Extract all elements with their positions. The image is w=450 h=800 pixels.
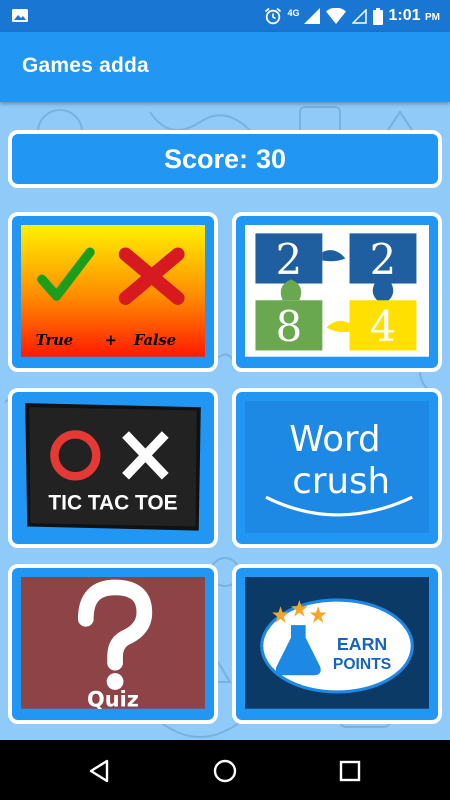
tic-tac-toe-image: TIC TAC TOE xyxy=(21,401,205,533)
tile-value-4: 4 xyxy=(370,302,397,351)
app-bar: Games adda xyxy=(0,32,450,102)
app-title: Games adda xyxy=(22,54,149,77)
alarm-icon xyxy=(264,7,281,25)
tile-value-1: 2 xyxy=(276,235,303,284)
battery-icon xyxy=(372,7,383,25)
true-text: True xyxy=(36,332,73,349)
false-text: False xyxy=(133,332,176,349)
signal-outline-icon xyxy=(351,8,367,24)
recents-square-icon[interactable] xyxy=(337,758,363,784)
word-crush-line2: crush xyxy=(292,461,390,502)
home-circle-icon[interactable] xyxy=(212,758,238,784)
game-tile-quiz[interactable]: Quiz xyxy=(8,564,218,724)
earn-points-image: EARN POINTS xyxy=(245,577,429,709)
score-value: 30 xyxy=(256,143,287,174)
true-false-image: True + False xyxy=(21,225,205,357)
image-icon xyxy=(12,9,28,22)
clock: 1:01 PM xyxy=(388,7,440,24)
score-display: Score: 30 xyxy=(8,130,442,188)
word-crush-line1: Word xyxy=(289,419,380,460)
game-tile-2248[interactable]: 2 2 8 4 xyxy=(232,212,442,372)
cell-signal-icon xyxy=(303,8,320,24)
game-tile-earn-points[interactable]: EARN POINTS xyxy=(232,564,442,724)
network-type: 4G xyxy=(287,8,300,18)
score-label: Score: xyxy=(163,143,248,174)
status-icons: 4G 1:01 PM xyxy=(264,0,440,32)
2248-image: 2 2 8 4 xyxy=(245,225,429,357)
tile-value-3: 8 xyxy=(276,302,303,351)
game-tile-word-crush[interactable]: Word crush xyxy=(232,388,442,548)
tile-value-2: 2 xyxy=(370,235,397,284)
quiz-label: Quiz xyxy=(87,688,139,709)
wifi-icon xyxy=(325,8,346,24)
points-text: POINTS xyxy=(333,656,391,673)
navigation-bar xyxy=(0,740,450,800)
main-content: Score: 30 True + False 2 2 8 4 TIC TAC T… xyxy=(0,102,450,740)
back-triangle-icon[interactable] xyxy=(87,758,113,784)
earn-text: EARN xyxy=(337,634,387,654)
game-tile-tic-tac-toe[interactable]: TIC TAC TOE xyxy=(8,388,218,548)
word-crush-image: Word crush xyxy=(245,401,429,533)
status-bar: 4G 1:01 PM xyxy=(0,0,450,32)
quiz-image: Quiz xyxy=(21,577,205,709)
game-tile-true-false[interactable]: True + False xyxy=(8,212,218,372)
plus-text: + xyxy=(105,332,117,349)
tic-tac-toe-label: TIC TAC TOE xyxy=(48,492,177,515)
